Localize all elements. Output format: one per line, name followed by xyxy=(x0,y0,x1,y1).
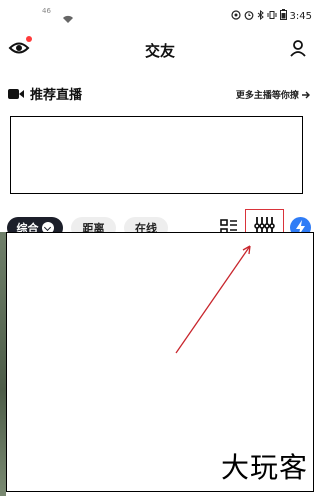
signal-text: 46 xyxy=(42,7,51,15)
video-camera-icon xyxy=(8,86,24,100)
page-title: 交友 xyxy=(144,42,175,60)
profile-button[interactable] xyxy=(288,38,308,58)
vibrate-icon xyxy=(267,10,277,23)
live-stream-carousel[interactable] xyxy=(10,116,303,194)
alarm-icon xyxy=(244,10,254,23)
clock-time: 3:45 xyxy=(289,10,312,22)
bluetooth-icon xyxy=(257,9,264,23)
arrow-right-icon xyxy=(302,91,310,99)
more-streamers-link[interactable]: 更多主播等你撩 xyxy=(236,88,310,101)
status-bar: 46 3:45 xyxy=(0,0,320,30)
more-streamers-label: 更多主播等你撩 xyxy=(235,91,299,101)
app-header: 交友 xyxy=(0,30,320,66)
live-section-title: 推荐直播 xyxy=(30,88,83,103)
battery-icon xyxy=(279,9,287,23)
target-icon xyxy=(230,9,241,23)
user-location-icon xyxy=(290,40,306,57)
wifi-icon xyxy=(62,9,74,28)
live-section-header: 推荐直播 更多主播等你撩 xyxy=(0,82,320,104)
watermark: 大玩客 xyxy=(220,451,308,484)
notification-dot xyxy=(26,36,32,42)
